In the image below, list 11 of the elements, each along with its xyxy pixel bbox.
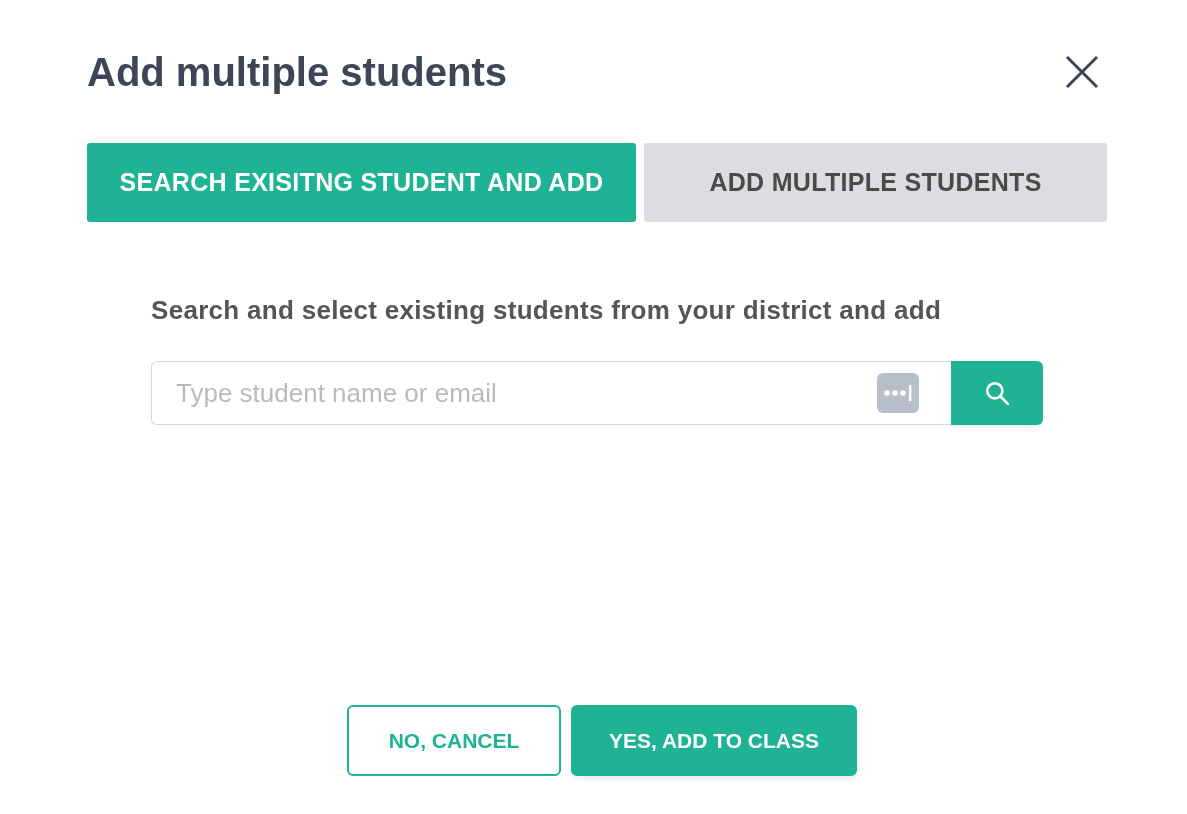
add-to-class-button[interactable]: YES, ADD TO CLASS: [571, 705, 857, 776]
dialog-title: Add multiple students: [87, 49, 507, 96]
tab[interactable]: ADD MULTIPLE STUDENTS: [644, 143, 1107, 222]
instruction-text: Search and select existing students from your district and add: [151, 294, 943, 326]
close-icon[interactable]: [1065, 55, 1099, 89]
tab[interactable]: SEARCH EXISITNG STUDENT AND ADD: [87, 143, 636, 222]
cancel-button[interactable]: NO, CANCEL: [347, 705, 561, 776]
password-dots-icon[interactable]: [877, 373, 919, 413]
search-field[interactable]: Type student name or email: [151, 361, 951, 425]
search-button[interactable]: [951, 361, 1043, 425]
search-icon: [984, 380, 1010, 406]
